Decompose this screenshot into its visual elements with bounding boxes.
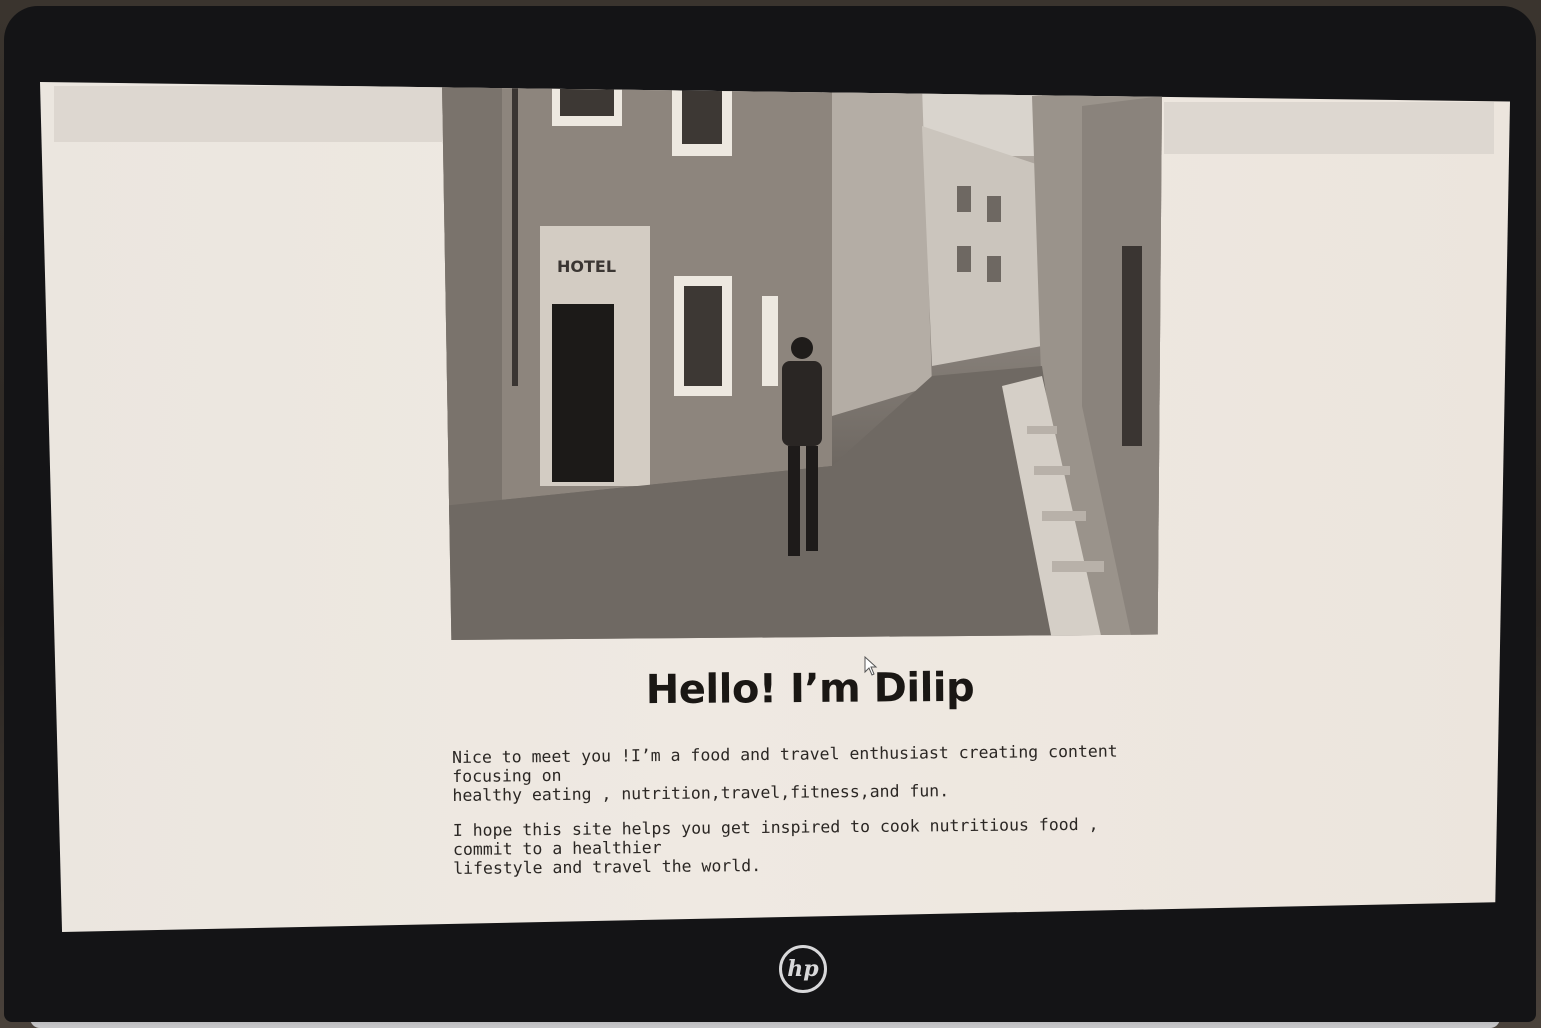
- street-photo-icon: HOTEL: [442, 86, 1162, 640]
- hotel-sign-icon: HOTEL: [557, 257, 616, 276]
- right-header-band: [1164, 102, 1494, 154]
- intro-paragraph-1: Nice to meet you !I’m a food and travel …: [452, 741, 1118, 805]
- page-title: Hello! I’m Dilip: [645, 664, 975, 714]
- mouse-cursor-icon: [864, 656, 878, 676]
- intro-text: Nice to meet you !I’m a food and travel …: [452, 741, 1153, 894]
- intro-paragraph-2: I hope this site helps you get inspired …: [452, 814, 1099, 878]
- left-header-band: [54, 86, 442, 142]
- hero-image: HOTEL: [442, 86, 1162, 640]
- hp-logo-icon: hp: [779, 945, 827, 993]
- browser-viewport: HOTEL Hello! I’m Dilip Nice to meet you …: [40, 82, 1510, 932]
